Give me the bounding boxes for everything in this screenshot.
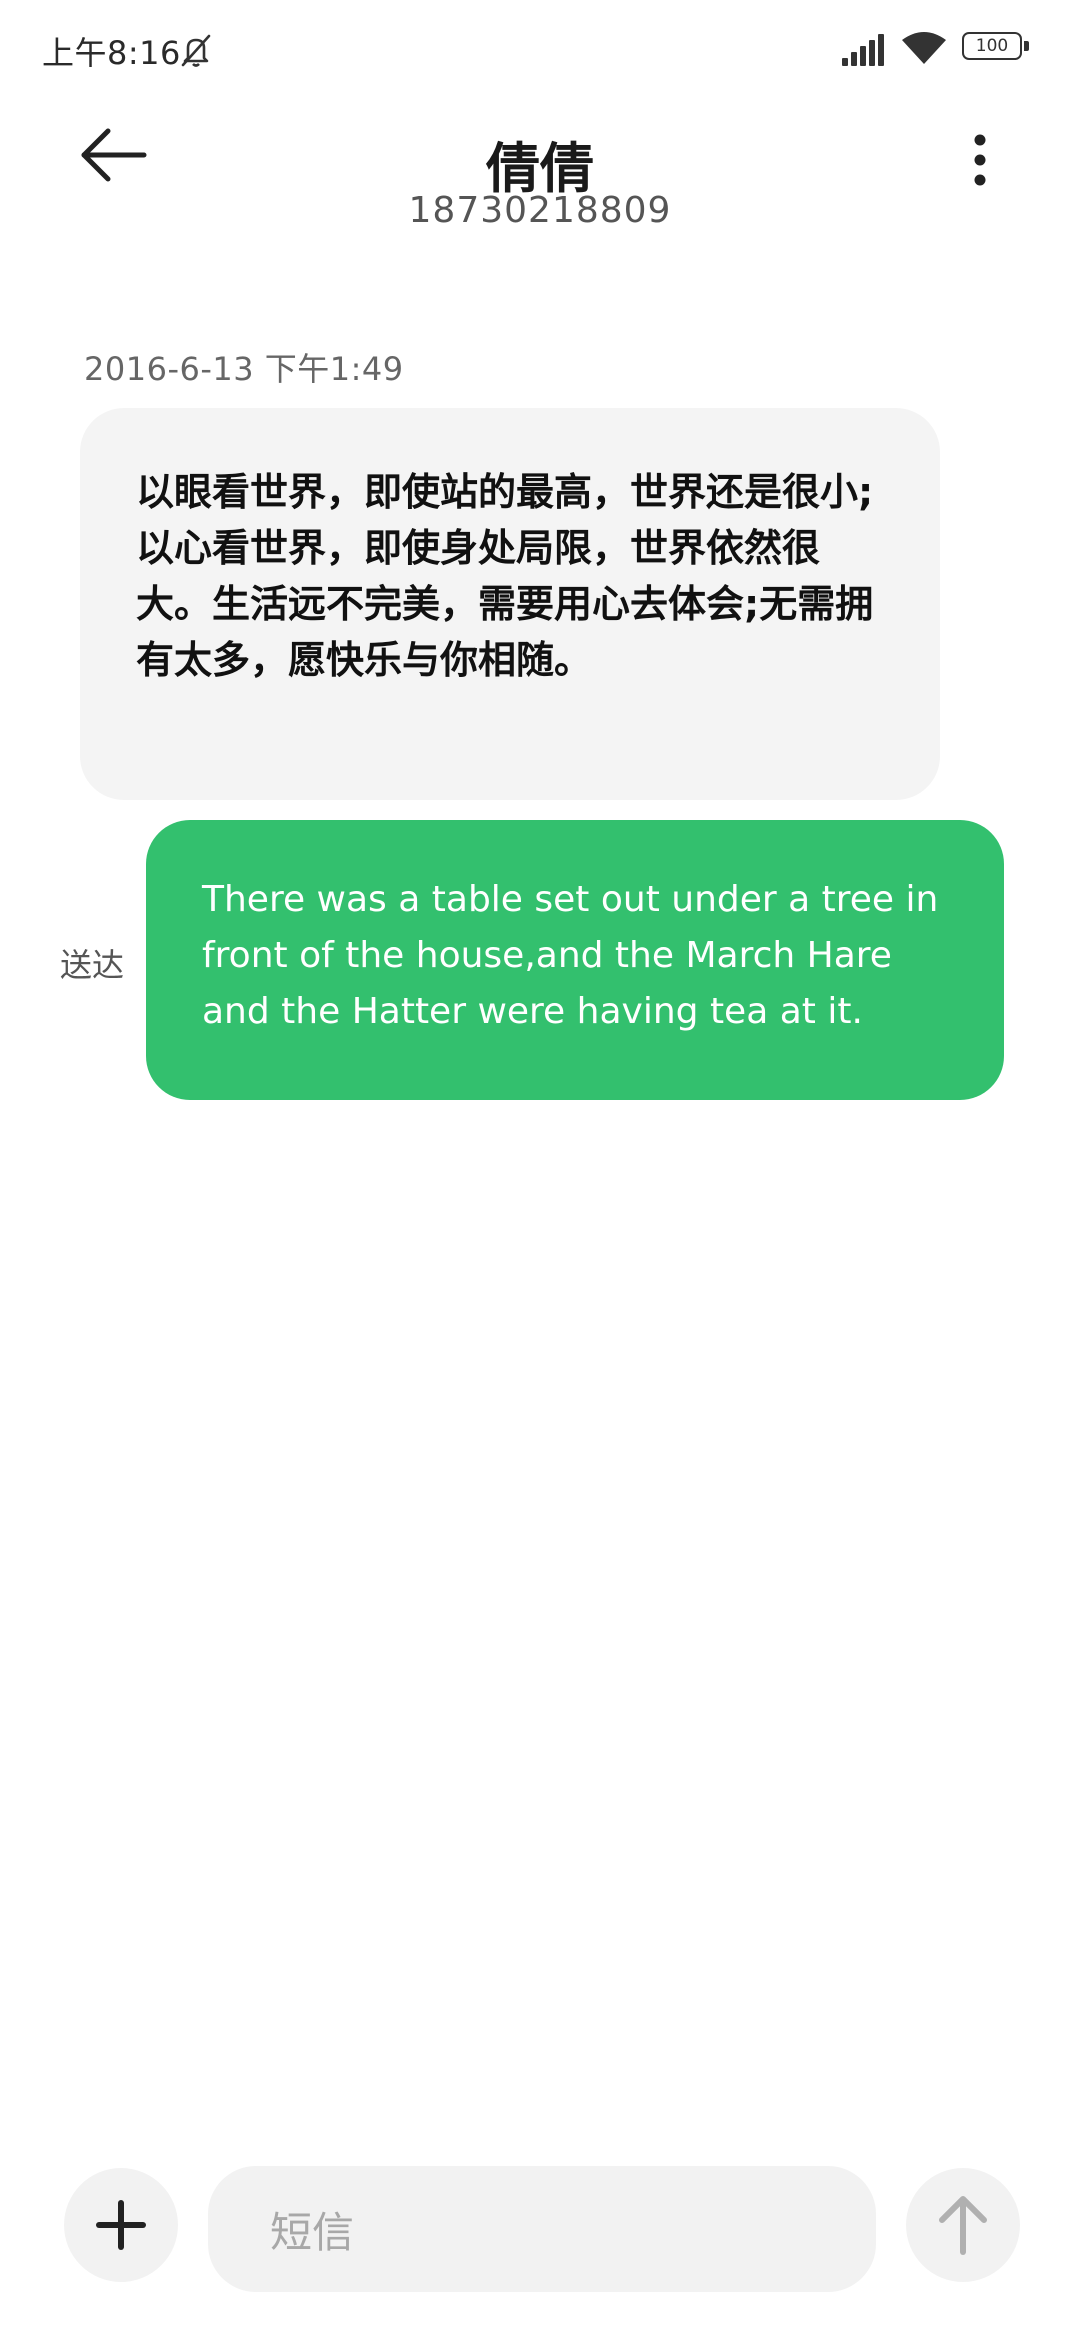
contact-number: 18730218809 xyxy=(408,190,672,231)
battery-level: 100 xyxy=(975,35,1009,56)
status-time: 上午8:16 xyxy=(42,34,181,72)
signal-icon xyxy=(840,34,888,66)
add-attachment-button[interactable] xyxy=(64,2168,178,2282)
status-bar: 上午8:16 100 xyxy=(0,0,1080,100)
sms-conversation-screen: 上午8:16 100 倩倩 18730218809 2016-6-13 下午1:… xyxy=(0,0,1080,2340)
received-message-text: 以眼看世界，即使站的最高，世界还是很小;以心看世界，即使身处局限，世界依然很大。… xyxy=(136,470,874,682)
delivery-status: 送达 xyxy=(60,946,125,984)
conversation-header: 倩倩 18730218809 xyxy=(0,100,1080,250)
send-arrow-icon xyxy=(939,2196,987,2255)
more-options-button[interactable] xyxy=(950,125,1010,195)
mute-icon xyxy=(176,30,216,70)
wifi-icon xyxy=(900,30,948,66)
message-timestamp: 2016-6-13 下午1:49 xyxy=(84,350,404,388)
send-button[interactable] xyxy=(906,2168,1020,2282)
sent-message-text: There was a table set out under a tree i… xyxy=(202,879,939,1032)
received-message-bubble[interactable]: 以眼看世界，即使站的最高，世界还是很小;以心看世界，即使身处局限，世界依然很大。… xyxy=(80,408,940,800)
message-input-placeholder: 短信 xyxy=(270,2207,355,2257)
battery-icon: 100 xyxy=(962,32,1032,64)
more-vertical-icon xyxy=(974,134,986,186)
plus-icon xyxy=(96,2200,146,2250)
message-input[interactable]: 短信 xyxy=(208,2166,876,2292)
sent-message-bubble[interactable]: There was a table set out under a tree i… xyxy=(146,820,1004,1100)
